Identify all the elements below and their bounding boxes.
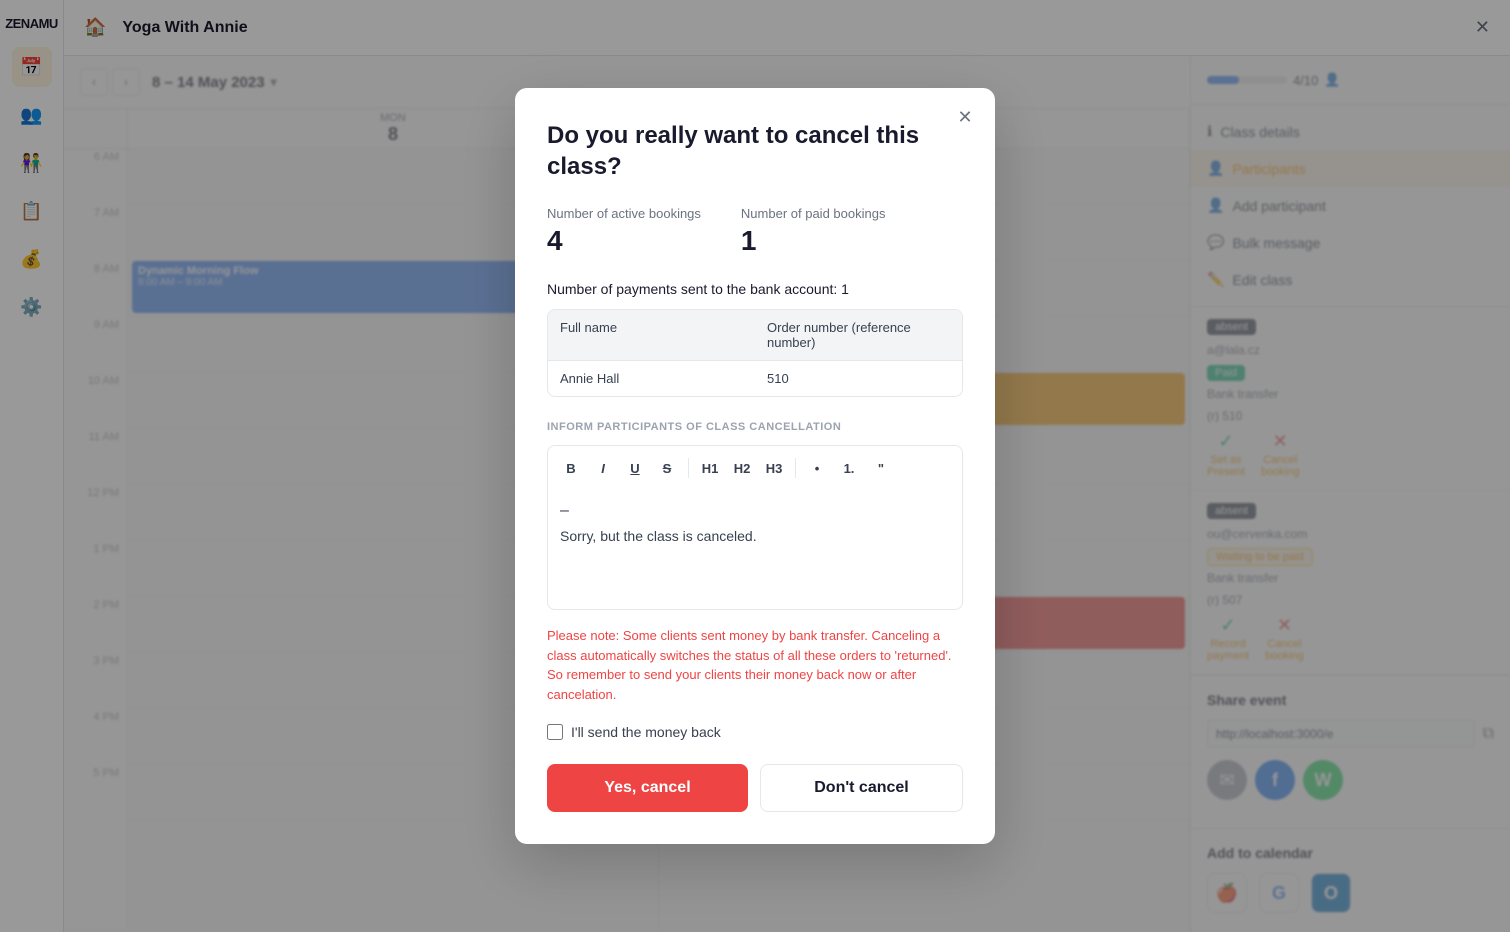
paid-bookings-value: 1 bbox=[741, 225, 886, 257]
dont-cancel-button[interactable]: Don't cancel bbox=[760, 764, 963, 812]
rte-strikethrough[interactable]: S bbox=[652, 454, 682, 482]
modal-stats: Number of active bookings 4 Number of pa… bbox=[547, 206, 963, 257]
modal-title: Do you really want to cancel this class? bbox=[547, 120, 963, 182]
col-order: Order number (reference number) bbox=[755, 310, 962, 360]
rte-underline[interactable]: U bbox=[620, 454, 650, 482]
col-fullname: Full name bbox=[548, 310, 755, 360]
active-bookings-value: 4 bbox=[547, 225, 701, 257]
payments-table-header: Full name Order number (reference number… bbox=[548, 310, 962, 360]
rte-body[interactable]: – Sorry, but the class is canceled. bbox=[547, 490, 963, 610]
rte-content: Sorry, but the class is canceled. bbox=[560, 528, 950, 544]
send-money-label[interactable]: I'll send the money back bbox=[571, 724, 721, 740]
row-order: 510 bbox=[755, 361, 962, 396]
modal-overlay[interactable]: ✕ Do you really want to cancel this clas… bbox=[0, 0, 1510, 932]
payments-note: Number of payments sent to the bank acco… bbox=[547, 281, 963, 297]
payments-table: Full name Order number (reference number… bbox=[547, 309, 963, 397]
yes-cancel-button[interactable]: Yes, cancel bbox=[547, 764, 748, 812]
send-money-back-row: I'll send the money back bbox=[547, 724, 963, 740]
paid-bookings-stat: Number of paid bookings 1 bbox=[741, 206, 886, 257]
rte-italic[interactable]: I bbox=[588, 454, 618, 482]
rte-ordered-list[interactable]: 1. bbox=[834, 454, 864, 482]
active-bookings-label: Number of active bookings bbox=[547, 206, 701, 221]
rte-bold[interactable]: B bbox=[556, 454, 586, 482]
warning-text: Please note: Some clients sent money by … bbox=[547, 626, 963, 704]
rte-divider-1 bbox=[688, 458, 689, 478]
rte-dash: – bbox=[560, 502, 950, 520]
rte-blockquote[interactable]: " bbox=[866, 454, 896, 482]
active-bookings-stat: Number of active bookings 4 bbox=[547, 206, 701, 257]
section-label: INFORM PARTICIPANTS OF CLASS CANCELLATIO… bbox=[547, 421, 963, 433]
modal-close-button[interactable]: ✕ bbox=[951, 104, 979, 132]
paid-bookings-label: Number of paid bookings bbox=[741, 206, 886, 221]
rte-toolbar: B I U S H1 H2 H3 • 1. " bbox=[547, 445, 963, 490]
rte-bullet-list[interactable]: • bbox=[802, 454, 832, 482]
send-money-checkbox[interactable] bbox=[547, 724, 563, 740]
rte-h3[interactable]: H3 bbox=[759, 454, 789, 482]
cancel-class-modal: ✕ Do you really want to cancel this clas… bbox=[515, 88, 995, 844]
table-row-1: Annie Hall 510 bbox=[548, 360, 962, 396]
rte-h1[interactable]: H1 bbox=[695, 454, 725, 482]
rte-divider-2 bbox=[795, 458, 796, 478]
row-name: Annie Hall bbox=[548, 361, 755, 396]
modal-actions: Yes, cancel Don't cancel bbox=[547, 764, 963, 812]
rte-h2[interactable]: H2 bbox=[727, 454, 757, 482]
